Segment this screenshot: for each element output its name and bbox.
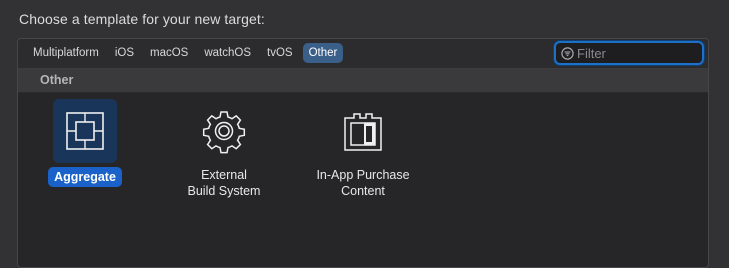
template-label-external-build-system[interactable]: External Build System: [159, 167, 289, 199]
template-label-aggregate[interactable]: Aggregate: [48, 167, 122, 187]
platform-tabs: Multiplatform iOS macOS watchOS tvOS Oth…: [27, 43, 344, 63]
tab-tvos[interactable]: tvOS: [261, 43, 299, 63]
gear-icon: [202, 111, 246, 154]
tab-ios[interactable]: iOS: [109, 43, 140, 63]
filter-field[interactable]: [554, 41, 704, 65]
tab-multiplatform[interactable]: Multiplatform: [27, 43, 105, 63]
page-title: Choose a template for your new target:: [19, 11, 265, 27]
tab-watchos[interactable]: watchOS: [198, 43, 257, 63]
filter-input[interactable]: [577, 44, 697, 62]
template-external-build-system[interactable]: External Build System: [159, 99, 289, 199]
label-line: In-App Purchase: [316, 168, 410, 182]
package-icon: [344, 113, 382, 151]
template-icon-tile[interactable]: [53, 99, 117, 163]
label-line: External: [201, 168, 247, 182]
filter-icon: [561, 47, 574, 60]
template-in-app-purchase-content[interactable]: In-App Purchase Content: [298, 99, 428, 199]
tab-macos[interactable]: macOS: [144, 43, 194, 63]
template-label-in-app-purchase-content[interactable]: In-App Purchase Content: [298, 167, 428, 199]
template-aggregate[interactable]: Aggregate: [20, 99, 150, 187]
template-icon-tile[interactable]: [331, 99, 395, 163]
label-line: Build System: [187, 184, 261, 198]
section-title: Other: [40, 73, 74, 87]
label-line: Content: [341, 184, 385, 198]
section-header: Other: [18, 69, 708, 93]
template-panel: Multiplatform iOS macOS watchOS tvOS Oth…: [17, 38, 709, 268]
tab-other[interactable]: Other: [302, 43, 344, 63]
template-icon-tile[interactable]: [192, 99, 256, 163]
platform-tab-bar: Multiplatform iOS macOS watchOS tvOS Oth…: [18, 39, 708, 69]
aggregate-icon: [66, 112, 104, 150]
label-line: Aggregate: [54, 170, 116, 184]
